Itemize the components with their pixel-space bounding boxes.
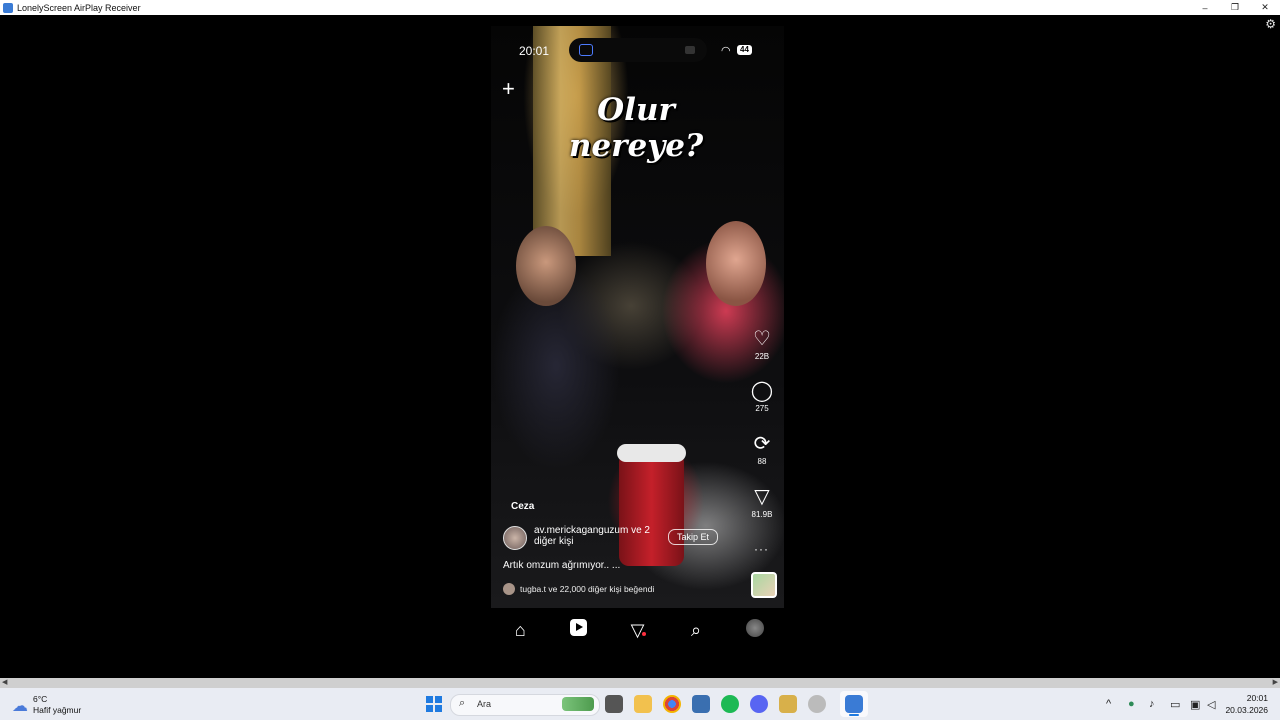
search-icon[interactable]: ⌕ <box>681 620 711 641</box>
repost-action[interactable]: ⟳ 88 <box>744 433 780 466</box>
app-icon-yellow[interactable] <box>779 695 797 713</box>
weather-icon[interactable]: ☁ <box>12 696 28 716</box>
app-icon-blue[interactable] <box>692 695 710 713</box>
window-titlebar: LonelyScreen AirPlay Receiver – ❐ ✕ <box>0 0 1280 15</box>
taskbar-search[interactable]: ⌕ Ara <box>450 694 600 716</box>
clock-time[interactable]: 20:01 <box>1247 693 1268 703</box>
person-left <box>516 226 576 306</box>
liked-by-text[interactable]: tugba.t ve 22,000 diğer kişi beğendi <box>520 584 654 594</box>
task-view-icon[interactable] <box>605 695 623 713</box>
wifi-icon: ◠ <box>721 45 731 57</box>
restore-button[interactable]: ❐ <box>1220 0 1250 15</box>
lonelyscreen-icon <box>845 695 863 713</box>
status-time: 20:01 <box>519 44 550 58</box>
close-button[interactable]: ✕ <box>1250 0 1280 15</box>
comment-icon: ◯ <box>750 380 774 402</box>
like-count: 22B <box>754 352 770 361</box>
share-count: 81.9B <box>751 510 773 519</box>
search-highlight-icon <box>562 697 594 711</box>
repost-icon: ⟳ <box>753 433 771 455</box>
spotify-icon[interactable] <box>721 695 739 713</box>
video-headline: Olur nereye? <box>568 92 704 164</box>
chrome-icon[interactable] <box>663 695 681 713</box>
follow-button[interactable]: Takip Et <box>668 529 719 545</box>
username[interactable]: av.merickaganguzum ve 2 diğer kişi <box>534 525 664 547</box>
scroll-right-icon[interactable]: ▶ <box>1273 678 1278 686</box>
phone-screen: 20:01 ◠ 44 + Olur nereye? ♡ 22B ◯ 275 ⟳ … <box>491 26 784 670</box>
audio-thumbnail[interactable] <box>751 572 777 598</box>
messages-icon[interactable]: ▽ <box>622 620 652 641</box>
camera-icon <box>685 46 695 54</box>
volume-icon[interactable]: ◁ <box>1207 698 1215 711</box>
comment-count: 275 <box>755 404 769 413</box>
lonelyscreen-taskbar-button[interactable] <box>840 691 868 717</box>
scroll-left-icon[interactable]: ◀ <box>2 678 7 686</box>
like-action[interactable]: ♡ 22B <box>744 328 780 361</box>
heart-icon: ♡ <box>753 328 771 350</box>
weather-description[interactable]: Hafif yağmur <box>33 705 81 715</box>
clock-date[interactable]: 20.03.2026 <box>1225 705 1268 715</box>
taskbar: ☁ 6°C Hafif yağmur ⌕ Ara ^ ● ♪ ▭ ▣ ◁ 20:… <box>0 688 1280 720</box>
minimize-button[interactable]: – <box>1190 0 1220 15</box>
horizontal-scrollbar[interactable]: ◀ ▶ <box>0 678 1280 688</box>
audio-label[interactable]: Ceza <box>511 501 534 512</box>
create-icon[interactable]: + <box>502 78 515 100</box>
search-icon: ⌕ <box>459 697 466 709</box>
gear-icon[interactable]: ⚙ <box>1265 17 1276 31</box>
battery-indicator: 44 <box>737 45 752 55</box>
send-icon: ▽ <box>754 486 770 508</box>
microphone-icon[interactable]: ♪ <box>1149 698 1155 710</box>
app-icon <box>3 2 13 13</box>
reels-icon[interactable] <box>564 619 594 641</box>
network-icon[interactable]: ▣ <box>1190 698 1200 711</box>
weather-temperature[interactable]: 6°C <box>33 694 47 704</box>
keyboard-icon[interactable]: ▭ <box>1170 698 1180 711</box>
person-right <box>706 221 766 306</box>
tray-app-icon[interactable]: ● <box>1128 698 1135 710</box>
more-options-icon[interactable]: ··· <box>754 542 769 556</box>
chevron-up-icon[interactable]: ^ <box>1106 698 1111 710</box>
start-button[interactable] <box>426 696 442 712</box>
bottom-nav: ⌂ ▽ ⌕ <box>491 608 784 652</box>
caption[interactable]: Artık omzum ağrımıyor.. ... <box>503 560 620 571</box>
repost-count: 88 <box>757 457 767 466</box>
window-title: LonelyScreen AirPlay Receiver <box>17 2 141 13</box>
file-explorer-icon[interactable] <box>634 695 652 713</box>
likers-avatar <box>503 583 515 595</box>
coffee-cup <box>617 444 686 566</box>
share-action[interactable]: ▽ 81.9B <box>744 486 780 519</box>
avatar[interactable] <box>503 526 527 550</box>
search-placeholder: Ara <box>477 699 492 709</box>
screen-mirror-icon <box>579 44 593 56</box>
dynamic-island <box>569 38 707 62</box>
profile-icon[interactable] <box>740 618 770 642</box>
discord-icon[interactable] <box>750 695 768 713</box>
home-icon[interactable]: ⌂ <box>505 620 535 641</box>
comment-action[interactable]: ◯ 275 <box>744 380 780 413</box>
app-icon-gray[interactable] <box>808 695 826 713</box>
